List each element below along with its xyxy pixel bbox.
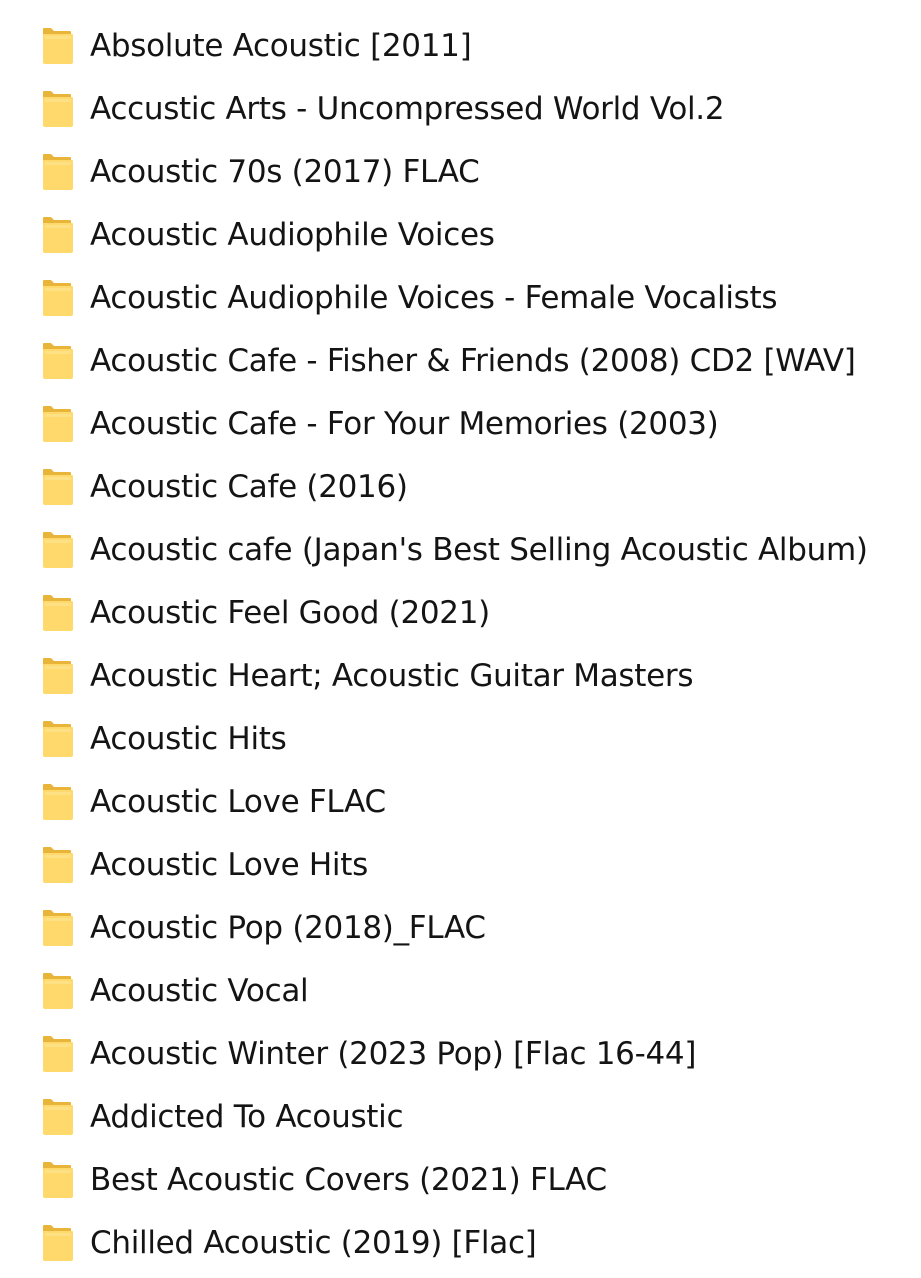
folder-name: Best Acoustic Covers (2021) FLAC: [90, 1161, 607, 1198]
folder-name: Acoustic Love Hits: [90, 846, 368, 883]
folder-item[interactable]: Acoustic Feel Good (2021): [0, 581, 921, 644]
folder-icon: [43, 153, 73, 190]
folder-icon: [43, 216, 73, 253]
folder-icon: [43, 1098, 73, 1135]
folder-item[interactable]: Acoustic Love Hits: [0, 833, 921, 896]
folder-icon: [43, 657, 73, 694]
folder-item[interactable]: Accustic Arts - Uncompressed World Vol.2: [0, 77, 921, 140]
folder-name: Acoustic Cafe - For Your Memories (2003): [90, 405, 719, 442]
folder-icon: [43, 27, 73, 64]
folder-item[interactable]: Acoustic Love FLAC: [0, 770, 921, 833]
folder-name: Acoustic Audiophile Voices: [90, 216, 495, 253]
folder-icon: [43, 720, 73, 757]
folder-item[interactable]: Acoustic Cafe - For Your Memories (2003): [0, 392, 921, 455]
folder-icon: [43, 846, 73, 883]
folder-icon: [43, 1224, 73, 1261]
folder-item[interactable]: Acoustic Winter (2023 Pop) [Flac 16-44]: [0, 1022, 921, 1085]
folder-name: Acoustic Audiophile Voices - Female Voca…: [90, 279, 778, 316]
folder-item[interactable]: Acoustic Audiophile Voices - Female Voca…: [0, 266, 921, 329]
folder-name: Acoustic cafe (Japan's Best Selling Acou…: [90, 531, 868, 568]
folder-icon: [43, 594, 73, 631]
folder-icon: [43, 468, 73, 505]
folder-item[interactable]: Acoustic Heart; Acoustic Guitar Masters: [0, 644, 921, 707]
folder-name: Acoustic 70s (2017) FLAC: [90, 153, 480, 190]
folder-name: Acoustic Cafe (2016): [90, 468, 408, 505]
folder-item[interactable]: Acoustic Cafe (2016): [0, 455, 921, 518]
folder-icon: [43, 279, 73, 316]
file-explorer-window: { "folders": [ {"name": "Absolute Acoust…: [0, 0, 921, 1278]
folder-name: Addicted To Acoustic: [90, 1098, 404, 1135]
folder-name: Absolute Acoustic [2011]: [90, 27, 472, 64]
folder-icon: [43, 90, 73, 127]
folder-name: Acoustic Feel Good (2021): [90, 594, 490, 631]
folder-icon: [43, 783, 73, 820]
folder-item[interactable]: Acoustic Pop (2018)_FLAC: [0, 896, 921, 959]
folder-name: Chilled Acoustic (2019) [Flac]: [90, 1224, 537, 1261]
folder-name: Acoustic Heart; Acoustic Guitar Masters: [90, 657, 694, 694]
folder-name: Accustic Arts - Uncompressed World Vol.2: [90, 90, 725, 127]
folder-name: Acoustic Winter (2023 Pop) [Flac 16-44]: [90, 1035, 697, 1072]
folder-icon: [43, 909, 73, 946]
folder-name: Acoustic Hits: [90, 720, 287, 757]
folder-icon: [43, 405, 73, 442]
folder-item[interactable]: Best Acoustic Covers (2021) FLAC: [0, 1148, 921, 1211]
folder-name: Acoustic Pop (2018)_FLAC: [90, 909, 486, 946]
folder-item[interactable]: Acoustic cafe (Japan's Best Selling Acou…: [0, 518, 921, 581]
folder-item[interactable]: Absolute Acoustic [2011]: [0, 14, 921, 77]
folder-list: Absolute Acoustic [2011] Accustic Arts -…: [0, 14, 921, 1274]
folder-item[interactable]: Acoustic Hits: [0, 707, 921, 770]
folder-icon: [43, 531, 73, 568]
folder-name: Acoustic Cafe - Fisher & Friends (2008) …: [90, 342, 856, 379]
folder-item[interactable]: Acoustic Vocal: [0, 959, 921, 1022]
folder-item[interactable]: Acoustic Audiophile Voices: [0, 203, 921, 266]
folder-item[interactable]: Acoustic 70s (2017) FLAC: [0, 140, 921, 203]
folder-item[interactable]: Addicted To Acoustic: [0, 1085, 921, 1148]
folder-name: Acoustic Vocal: [90, 972, 309, 1009]
folder-icon: [43, 972, 73, 1009]
folder-icon: [43, 1035, 73, 1072]
folder-icon: [43, 342, 73, 379]
folder-icon: [43, 1161, 73, 1198]
folder-name: Acoustic Love FLAC: [90, 783, 386, 820]
folder-item[interactable]: Acoustic Cafe - Fisher & Friends (2008) …: [0, 329, 921, 392]
folder-item[interactable]: Chilled Acoustic (2019) [Flac]: [0, 1211, 921, 1274]
